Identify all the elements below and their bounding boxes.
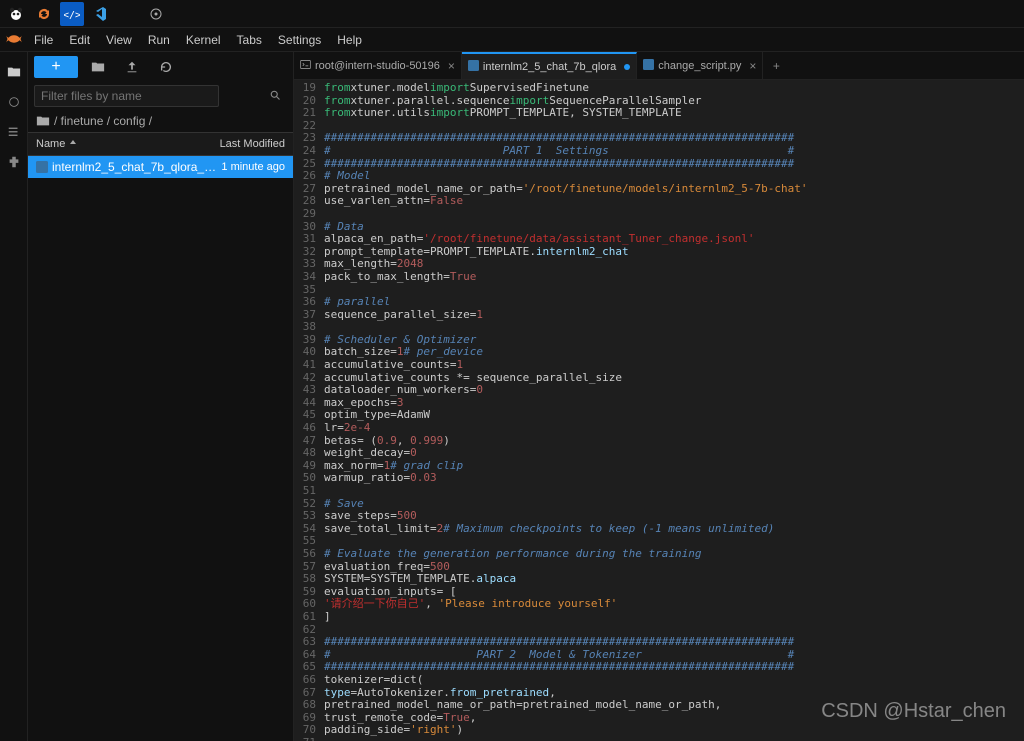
file-name: internlm2_5_chat_7b_qlora_alpac... — [52, 160, 221, 174]
upload-icon[interactable] — [118, 53, 146, 81]
header-modified[interactable]: Last Modified — [220, 138, 285, 150]
menu-kernel[interactable]: Kernel — [178, 30, 229, 50]
menu-edit[interactable]: Edit — [61, 30, 98, 50]
code-icon[interactable]: </> — [60, 2, 84, 26]
menu-settings[interactable]: Settings — [270, 30, 329, 50]
menu-file[interactable]: File — [26, 30, 61, 50]
blank-icon — [116, 2, 140, 26]
tab[interactable]: change_script.py × — [637, 52, 763, 79]
menu-view[interactable]: View — [98, 30, 140, 50]
jupyter-icon — [4, 29, 24, 49]
close-icon[interactable]: × — [749, 59, 756, 73]
header-name[interactable]: Name — [36, 138, 77, 150]
close-icon[interactable]: × — [448, 59, 455, 73]
breadcrumb[interactable]: / finetune / config / — [28, 110, 293, 132]
filter-input[interactable] — [34, 85, 219, 107]
svg-text:</>: </> — [64, 10, 80, 21]
file-modified: 1 minute ago — [221, 161, 285, 173]
search-icon — [269, 89, 281, 104]
new-folder-icon[interactable] — [84, 53, 112, 81]
tab-label: change_script.py — [658, 60, 741, 72]
extensions-icon[interactable] — [2, 148, 26, 176]
code-editor[interactable]: 19from xtuner.model import SupervisedFin… — [294, 80, 1024, 741]
tab-icon — [300, 59, 311, 73]
new-launcher-button[interactable]: + — [34, 56, 78, 78]
tab-icon — [468, 60, 479, 74]
py-icon — [36, 161, 52, 173]
tab[interactable]: internlm2_5_chat_7b_qlora — [462, 52, 637, 79]
breadcrumb-path: / finetune / config / — [54, 114, 152, 128]
tab[interactable]: root@intern-studio-50196 × — [294, 52, 462, 79]
refresh-icon[interactable] — [152, 53, 180, 81]
menubar: FileEditViewRunKernelTabsSettingsHelp — [0, 28, 1024, 52]
folder-icon[interactable] — [2, 58, 26, 86]
toc-icon[interactable] — [2, 118, 26, 146]
editor-area: root@intern-studio-50196 × internlm2_5_cha… — [294, 52, 1024, 741]
refresh-icon[interactable] — [32, 2, 56, 26]
tabbar: root@intern-studio-50196 × internlm2_5_cha… — [294, 52, 1024, 80]
menu-tabs[interactable]: Tabs — [229, 30, 270, 50]
running-icon[interactable] — [2, 88, 26, 116]
panda-icon[interactable] — [4, 2, 28, 26]
vscode-icon[interactable] — [88, 2, 112, 26]
target-icon[interactable] — [144, 2, 168, 26]
dirty-icon — [624, 64, 630, 70]
menu-help[interactable]: Help — [329, 30, 370, 50]
titlebar: </> — [0, 0, 1024, 28]
add-tab-button[interactable]: + — [763, 52, 789, 79]
file-browser-toolbar: + — [28, 52, 293, 82]
tab-label: internlm2_5_chat_7b_qlora — [483, 61, 616, 73]
file-row[interactable]: internlm2_5_chat_7b_qlora_alpac...1 minu… — [28, 156, 293, 178]
file-list-header: Name Last Modified — [28, 132, 293, 156]
tab-icon — [643, 59, 654, 73]
tab-label: root@intern-studio-50196 — [315, 60, 440, 72]
file-browser: + / finetune / config / Name Last Modifi… — [28, 52, 294, 741]
menu-run[interactable]: Run — [140, 30, 178, 50]
activitybar — [0, 52, 28, 741]
